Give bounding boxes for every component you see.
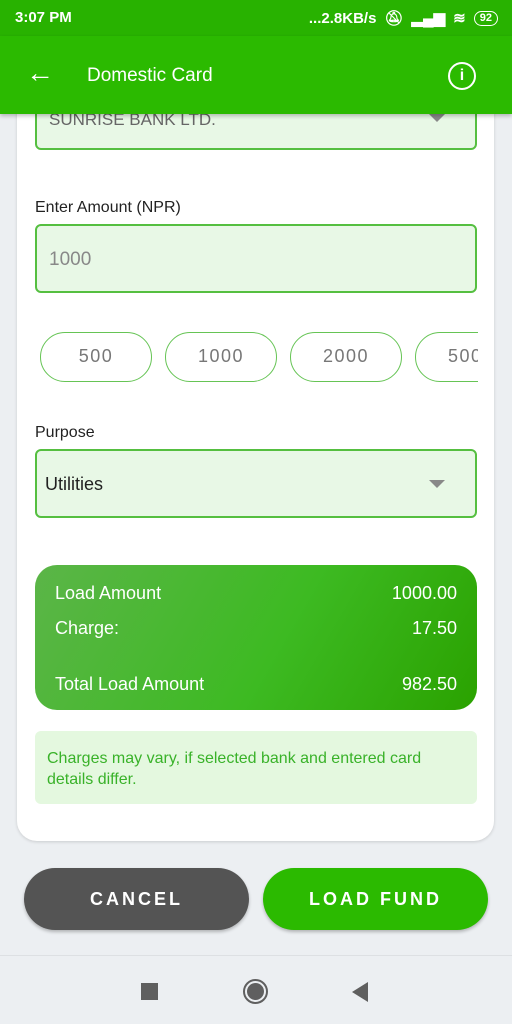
load-fund-button[interactable]: LOAD FUND <box>263 868 488 930</box>
purpose-value: Utilities <box>45 474 104 494</box>
info-icon[interactable]: i <box>448 62 476 90</box>
quick-amount-chip[interactable]: 500 <box>40 332 152 382</box>
recents-icon[interactable] <box>141 983 158 1000</box>
load-amount-label: Load Amount <box>55 583 162 603</box>
back-nav-icon[interactable] <box>352 982 368 1002</box>
wifi-icon: ≋ <box>453 10 466 27</box>
chevron-down-icon <box>429 114 445 122</box>
battery-icon: 92 <box>473 10 498 26</box>
amount-label: Enter Amount (NPR) <box>35 199 181 216</box>
home-icon[interactable] <box>243 979 268 1004</box>
app-bar: ← Domestic Card i <box>0 36 512 114</box>
signal-icon: ▂▄▆ <box>411 10 446 27</box>
amount-value: 1000 <box>49 249 92 270</box>
total-value: 982.50 <box>401 674 457 694</box>
status-time: 3:07 PM <box>15 9 72 26</box>
arrow-left-icon[interactable]: ← <box>26 58 54 88</box>
chevron-down-icon <box>429 480 445 488</box>
purpose-select[interactable]: Utilities <box>35 449 477 518</box>
charge-label: Charge: <box>55 618 120 638</box>
quick-amount-chip[interactable]: 2000 <box>290 332 402 382</box>
amount-input[interactable]: 1000 <box>35 224 477 293</box>
summary-card: Load Amount 1000.00 Charge: 17.50 Total Lo… <box>35 565 477 710</box>
network-speed: ...2.8KB/s <box>308 9 377 27</box>
quick-amounts: 500 1000 2000 5000 <box>40 332 478 384</box>
purpose-label: Purpose <box>35 424 95 441</box>
quick-amount-chip[interactable]: 5000 <box>415 332 478 382</box>
page-title: Domestic Card <box>87 65 213 86</box>
status-bar: 3:07 PM ...2.8KB/s 🔕︎ ▂▄▆ ≋ 92 <box>0 0 512 36</box>
total-label: Total Load Amount <box>55 674 205 694</box>
system-nav-bar <box>0 955 512 1024</box>
mute-bell-icon: 🔕︎ <box>384 10 404 27</box>
charge-value: 17.50 <box>411 618 457 638</box>
cancel-button[interactable]: CANCEL <box>24 868 249 930</box>
quick-amount-chip[interactable]: 1000 <box>165 332 277 382</box>
load-amount-value: 1000.00 <box>391 583 457 603</box>
charges-note: Charges may vary, if selected bank and e… <box>35 731 477 804</box>
